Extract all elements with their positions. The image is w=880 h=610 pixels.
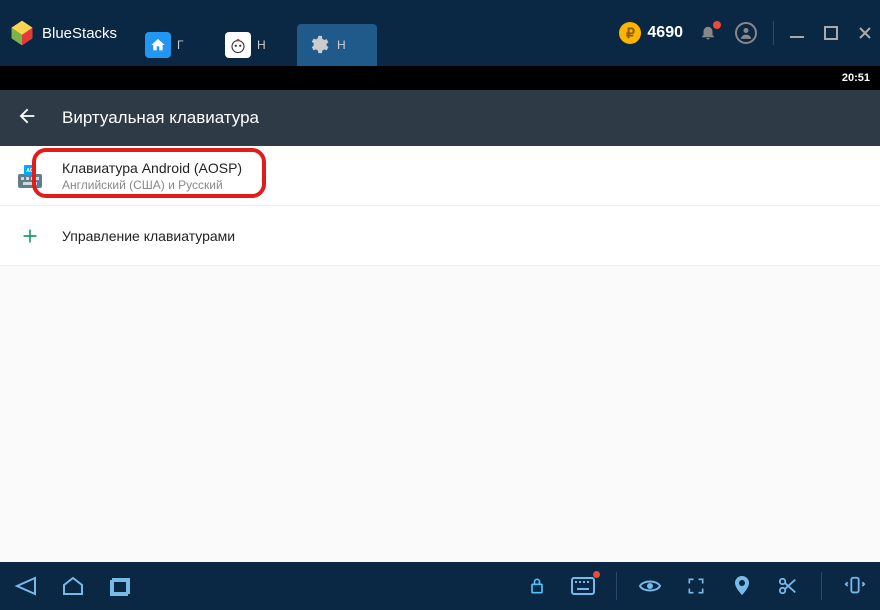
settings-header: Виртуальная клавиатура bbox=[0, 90, 880, 146]
tab-label: Н bbox=[337, 38, 346, 52]
item-text: Клавиатура Android (AOSP) Английский (СШ… bbox=[62, 160, 242, 192]
location-icon[interactable] bbox=[729, 575, 755, 597]
maximize-button[interactable] bbox=[824, 26, 838, 40]
bluestacks-logo-icon bbox=[8, 19, 36, 47]
keyboard-aosp-icon: AO bbox=[16, 162, 44, 190]
titlebar-right: ₽ 4690 bbox=[619, 21, 872, 45]
item-title: Управление клавиатурами bbox=[62, 228, 235, 244]
chicken-icon bbox=[225, 32, 251, 58]
titlebar-divider bbox=[773, 21, 774, 45]
notification-badge bbox=[713, 21, 721, 29]
fullscreen-icon[interactable] bbox=[683, 575, 709, 597]
scissors-icon[interactable] bbox=[775, 575, 801, 597]
plus-icon bbox=[16, 222, 44, 250]
eye-icon[interactable] bbox=[637, 575, 663, 597]
nav-right-group bbox=[524, 572, 868, 600]
close-button[interactable] bbox=[858, 26, 872, 40]
app-logo-wrap: BlueStacks bbox=[8, 19, 117, 47]
shake-icon[interactable] bbox=[842, 575, 868, 597]
item-text: Управление клавиатурами bbox=[62, 228, 235, 244]
home-icon[interactable] bbox=[60, 575, 86, 597]
coin-balance[interactable]: ₽ 4690 bbox=[619, 22, 683, 44]
item-subtitle: Английский (США) и Русский bbox=[62, 178, 242, 192]
tab-app1[interactable]: Н bbox=[217, 24, 297, 66]
coin-icon: ₽ bbox=[619, 22, 641, 44]
android-nav-bar bbox=[0, 562, 880, 610]
recent-icon[interactable] bbox=[108, 575, 134, 597]
bell-icon[interactable] bbox=[699, 23, 719, 43]
svg-text:AO: AO bbox=[26, 168, 34, 174]
tab-home[interactable]: Г bbox=[137, 24, 217, 66]
nav-divider bbox=[821, 572, 822, 600]
back-icon[interactable] bbox=[12, 575, 38, 597]
manage-keyboards-item[interactable]: Управление клавиатурами bbox=[0, 206, 880, 266]
coin-value: 4690 bbox=[647, 24, 683, 42]
back-arrow-icon[interactable] bbox=[16, 105, 38, 132]
nav-left-group bbox=[12, 575, 134, 597]
titlebar: BlueStacks Г Н Н ₽ 4690 bbox=[0, 0, 880, 66]
window-controls bbox=[790, 26, 872, 40]
page-title: Виртуальная клавиатура bbox=[62, 108, 259, 128]
app-name: BlueStacks bbox=[42, 25, 117, 42]
android-status-bar: 20:51 bbox=[0, 66, 880, 90]
tab-label: Г bbox=[177, 38, 184, 52]
tab-strip: Г Н Н bbox=[137, 0, 377, 66]
lock-toggle-icon[interactable] bbox=[524, 575, 550, 597]
keyboard-nav-icon[interactable] bbox=[570, 575, 596, 597]
tab-settings[interactable]: Н bbox=[297, 24, 377, 66]
gear-icon bbox=[305, 32, 331, 58]
nav-badge bbox=[593, 571, 600, 578]
keyboard-aosp-item[interactable]: AO Клавиатура Android (AOSP) Английский … bbox=[0, 146, 880, 206]
tab-label: Н bbox=[257, 38, 266, 52]
account-icon[interactable] bbox=[735, 22, 757, 44]
home-icon bbox=[145, 32, 171, 58]
nav-divider bbox=[616, 572, 617, 600]
clock-time: 20:51 bbox=[842, 72, 870, 84]
minimize-button[interactable] bbox=[790, 26, 804, 40]
item-title: Клавиатура Android (AOSP) bbox=[62, 160, 242, 176]
settings-content: AO Клавиатура Android (AOSP) Английский … bbox=[0, 146, 880, 562]
